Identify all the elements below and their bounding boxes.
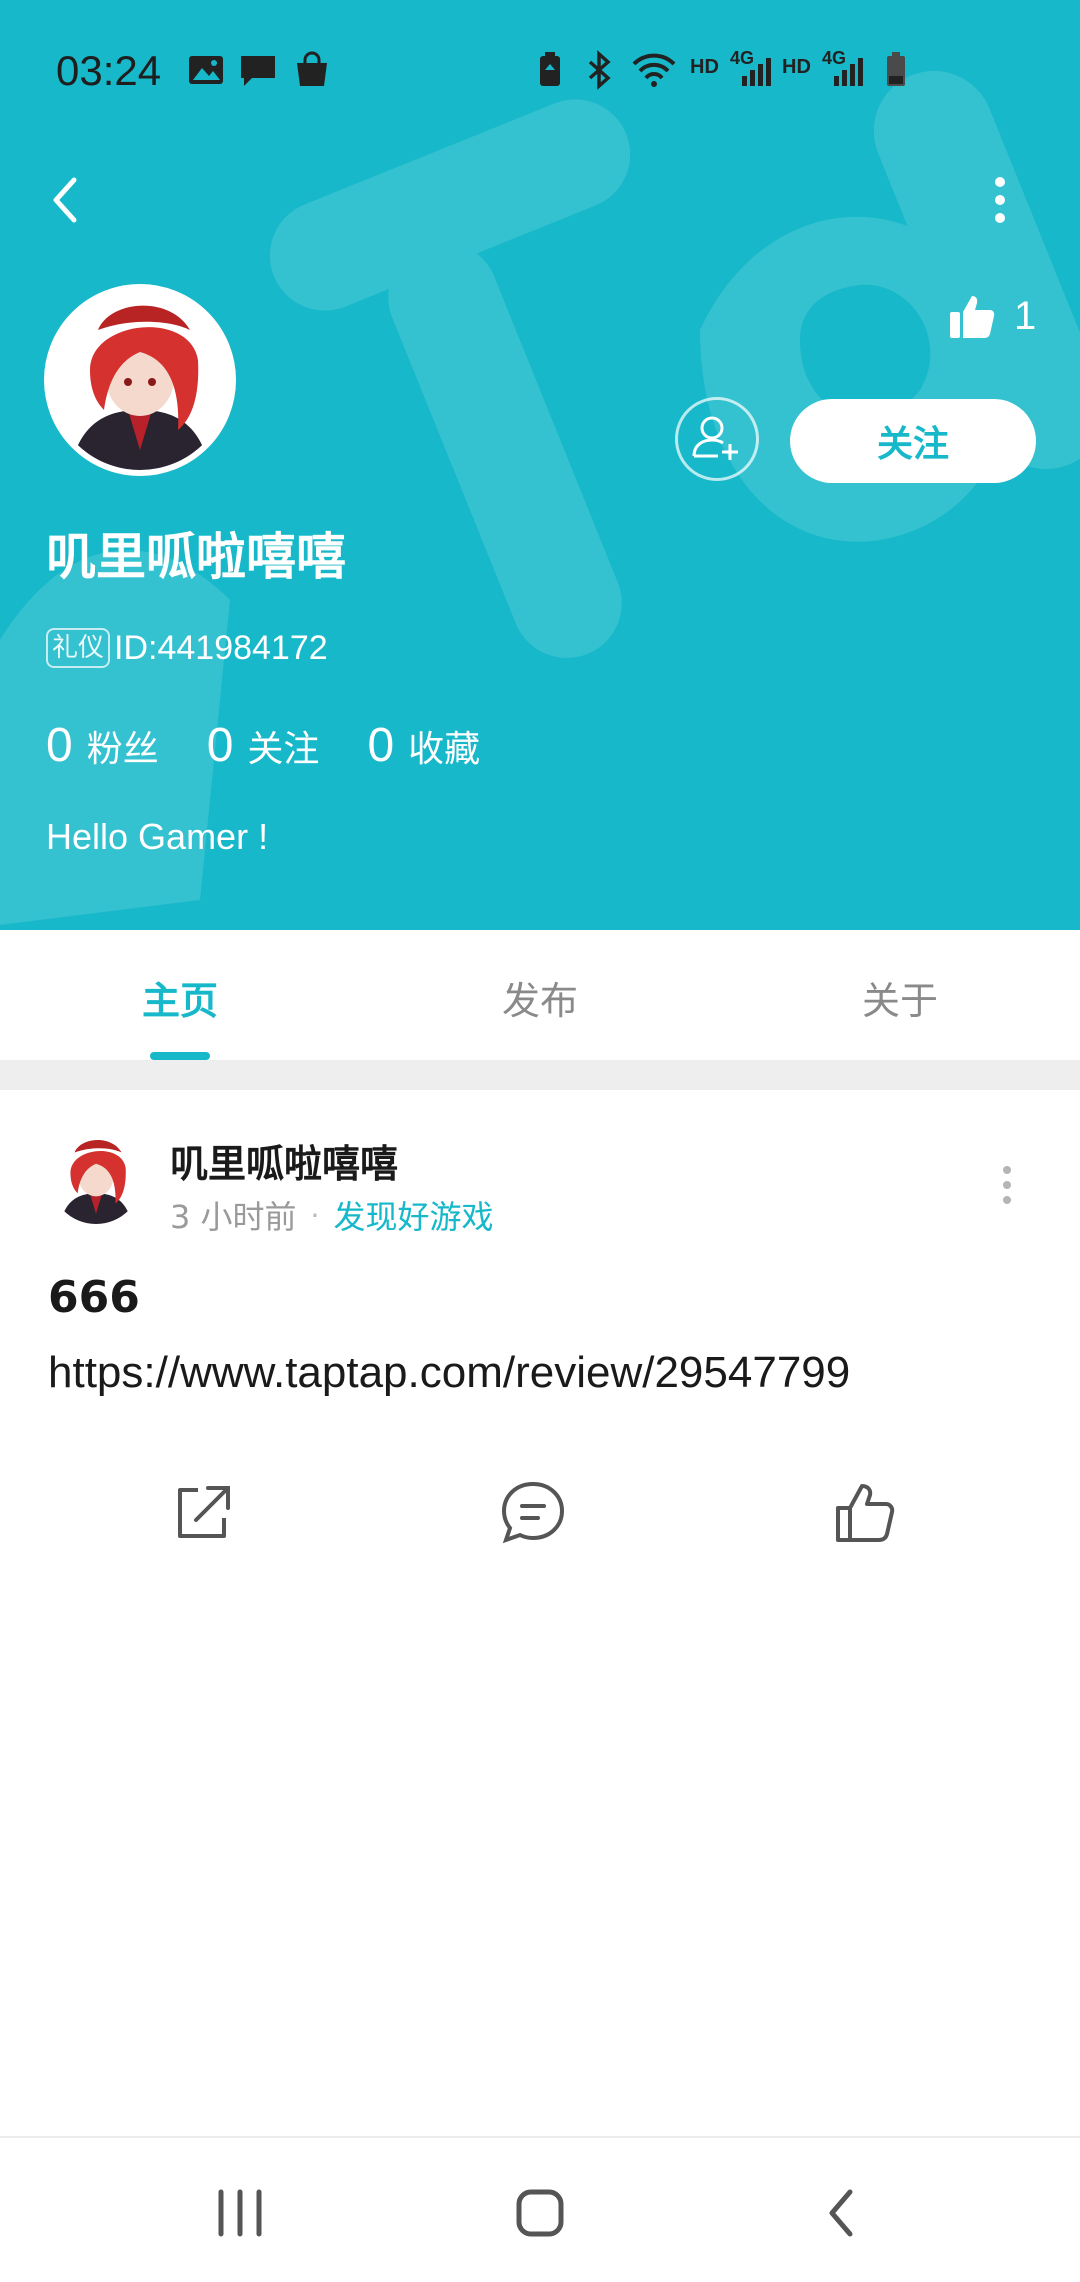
post-time: 3 小时前 <box>170 1198 297 1236</box>
add-friend-button[interactable] <box>675 397 759 481</box>
profile-bio: Hello Gamer ! <box>46 816 269 857</box>
stat-label: 粉丝 <box>86 729 159 770</box>
comment-icon[interactable] <box>498 1478 568 1548</box>
message-icon <box>241 56 275 86</box>
follow-button[interactable]: 关注 <box>790 399 1036 483</box>
post-meta: 3 小时前 · 发现好游戏 <box>170 1192 493 1238</box>
profile-stats: 0 粉丝 0 关注 0 收藏 <box>46 718 528 773</box>
avatar-image <box>50 290 230 470</box>
hd-indicator: HD <box>690 56 719 78</box>
hd-indicator-2: HD <box>782 56 811 78</box>
stat-following[interactable]: 0 关注 <box>207 718 320 773</box>
user-id: ID:441984172 <box>114 628 328 667</box>
stat-value: 0 <box>367 719 395 772</box>
bluetooth-icon <box>588 50 611 90</box>
meta-separator: · <box>310 1198 320 1232</box>
tab-about[interactable]: 关于 <box>810 970 990 1025</box>
active-tab-indicator <box>150 1052 210 1060</box>
post-author-avatar[interactable] <box>50 1132 142 1224</box>
user-tag-badge[interactable]: 礼仪 <box>46 628 111 668</box>
status-time: 03:24 <box>56 47 162 94</box>
stat-followers[interactable]: 0 粉丝 <box>46 718 159 773</box>
signal-icon-2 <box>834 58 863 86</box>
battery-saver-icon <box>540 52 560 86</box>
tab-posts[interactable]: 发布 <box>450 970 630 1025</box>
like-icon[interactable] <box>830 1478 900 1548</box>
profile-header: 03:24 HD 4G HD 4G 1 关注 叽里呱啦嘻嘻 礼仪 ID:4419… <box>0 0 1080 930</box>
status-bar: 03:24 HD 4G HD 4G <box>0 0 1080 140</box>
more-options-icon[interactable] <box>975 170 1025 230</box>
home-icon[interactable] <box>505 2178 575 2248</box>
wifi-icon <box>632 53 676 87</box>
likes-count: 1 <box>1014 293 1037 338</box>
profile-avatar[interactable] <box>44 284 236 476</box>
stat-value: 0 <box>206 719 234 772</box>
tab-home[interactable]: 主页 <box>90 970 270 1025</box>
share-icon[interactable] <box>168 1478 238 1548</box>
id-row: 礼仪 ID:441984172 <box>46 628 328 668</box>
add-friend-icon <box>692 416 738 460</box>
thumbs-up-icon <box>950 296 995 338</box>
post-title[interactable]: 666 <box>48 1272 140 1323</box>
profile-tabs: 主页 发布 关于 <box>0 930 1080 1060</box>
stat-favorites[interactable]: 0 收藏 <box>367 718 480 773</box>
stat-value: 0 <box>46 719 73 772</box>
battery-icon <box>887 52 905 86</box>
shopping-bag-icon <box>297 51 327 86</box>
post-author-name[interactable]: 叽里呱啦嘻嘻 <box>170 1133 398 1188</box>
post-topic-link[interactable]: 发现好游戏 <box>333 1192 493 1238</box>
avatar-image <box>50 1132 142 1224</box>
stat-label: 关注 <box>247 729 320 770</box>
image-icon <box>189 56 223 84</box>
signal-icon <box>742 58 771 86</box>
back-arrow-icon[interactable] <box>42 170 92 230</box>
stat-label: 收藏 <box>408 729 481 770</box>
post-more-options-icon[interactable] <box>995 1160 1019 1210</box>
profile-username: 叽里呱啦嘻嘻 <box>46 528 346 586</box>
recent-apps-icon[interactable] <box>205 2178 275 2248</box>
section-divider <box>0 1060 1080 1090</box>
post-body-link[interactable]: https://www.taptap.com/review/29547799 <box>48 1348 850 1398</box>
likes-counter: 1 <box>948 286 1036 346</box>
system-nav-bar <box>0 2136 1080 2282</box>
back-icon[interactable] <box>808 2178 878 2248</box>
